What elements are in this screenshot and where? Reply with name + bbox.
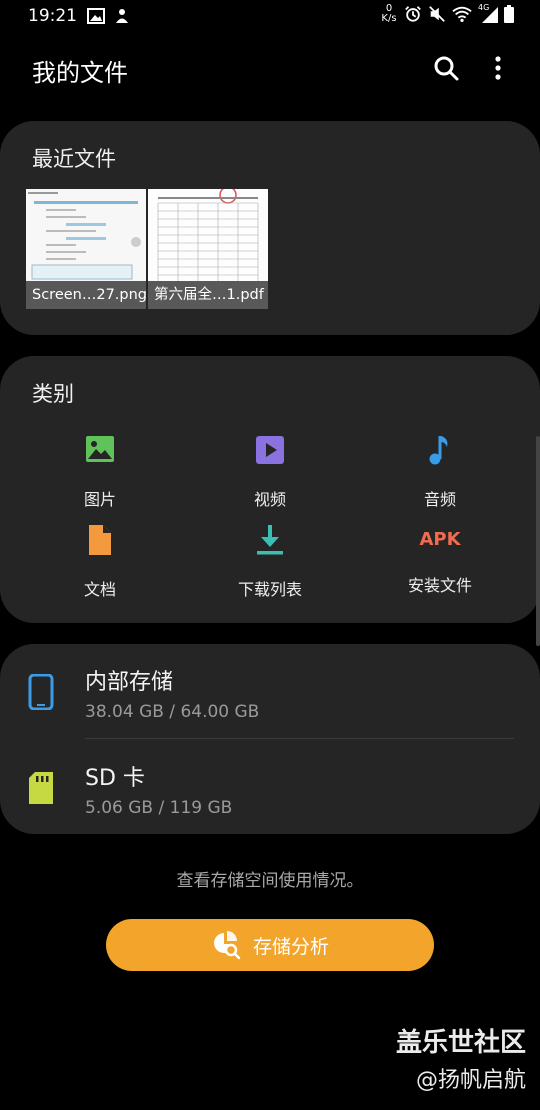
recent-files-card: 最近文件 Screen…27.png 第六届全…1.pdf <box>0 121 540 335</box>
divider <box>85 738 514 739</box>
net-speed-unit: K/s <box>381 13 397 24</box>
categories-card: 类别 图片 视频 音频 文档 下载列表 APK 安装文件 <box>0 356 540 623</box>
search-button[interactable] <box>432 54 462 84</box>
more-options-button[interactable] <box>484 54 514 84</box>
recent-file-thumbnail[interactable]: Screen…27.png <box>26 189 146 309</box>
status-bar: 19:21 0 K/s 4G <box>0 0 540 34</box>
status-time: 19:21 <box>28 6 77 26</box>
gallery-notification-icon <box>87 8 105 24</box>
audio-icon <box>429 436 448 465</box>
storage-hint-text: 查看存储空间使用情况。 <box>176 871 364 891</box>
battery-icon <box>504 5 514 23</box>
category-installers[interactable]: APK 安装文件 <box>360 522 520 596</box>
storage-size: 5.06 GB / 119 GB <box>85 798 233 818</box>
category-label: 视频 <box>253 490 286 509</box>
category-videos[interactable]: 视频 <box>190 432 350 510</box>
signal-icon: 4G <box>478 3 498 23</box>
recent-file-name: Screen…27.png <box>26 281 146 309</box>
storage-analysis-label: 存储分析 <box>252 935 329 958</box>
apk-icon: APK <box>419 529 461 550</box>
internal-storage-item[interactable]: 内部存储 38.04 GB / 64.00 GB <box>0 644 540 738</box>
category-label: 下载列表 <box>237 580 302 599</box>
category-downloads[interactable]: 下载列表 <box>190 522 350 600</box>
recent-file-thumbnail[interactable]: 第六届全…1.pdf <box>148 189 268 309</box>
category-label: 图片 <box>83 490 116 509</box>
sd-card-item[interactable]: SD 卡 5.06 GB / 119 GB <box>0 740 540 834</box>
alarm-icon <box>405 6 421 22</box>
category-label: 音频 <box>423 490 456 509</box>
categories-title: 类别 <box>32 382 74 406</box>
watermark-title: 盖乐世社区 <box>395 1028 526 1058</box>
mute-icon <box>429 6 445 22</box>
watermark-author: @扬帆启航 <box>415 1068 526 1093</box>
page-title: 我的文件 <box>32 59 128 87</box>
category-label: 文档 <box>83 580 116 599</box>
phone-icon <box>28 674 54 710</box>
scrollbar[interactable] <box>536 436 540 646</box>
category-images[interactable]: 图片 <box>20 432 180 510</box>
recent-files-title: 最近文件 <box>32 147 116 171</box>
storage-analysis-icon <box>214 931 241 960</box>
wifi-icon <box>452 6 472 22</box>
storage-size: 38.04 GB / 64.00 GB <box>85 702 260 722</box>
video-icon <box>256 436 284 464</box>
storage-name: 内部存储 <box>85 670 174 695</box>
storage-analysis-button[interactable]: 存储分析 <box>106 919 434 971</box>
more-vertical-icon <box>495 56 501 80</box>
image-icon <box>86 436 114 462</box>
sd-card-icon <box>29 772 53 804</box>
download-icon <box>257 525 283 555</box>
app-notification-icon <box>116 9 128 23</box>
category-audio[interactable]: 音频 <box>360 432 520 510</box>
search-icon <box>434 56 459 81</box>
storage-name: SD 卡 <box>85 766 145 791</box>
document-icon <box>89 525 111 555</box>
app-bar: 我的文件 <box>0 40 540 100</box>
category-label: 安装文件 <box>407 576 472 595</box>
category-documents[interactable]: 文档 <box>20 522 180 600</box>
recent-file-name: 第六届全…1.pdf <box>148 281 268 309</box>
net-speed: 0 K/s <box>380 4 398 24</box>
